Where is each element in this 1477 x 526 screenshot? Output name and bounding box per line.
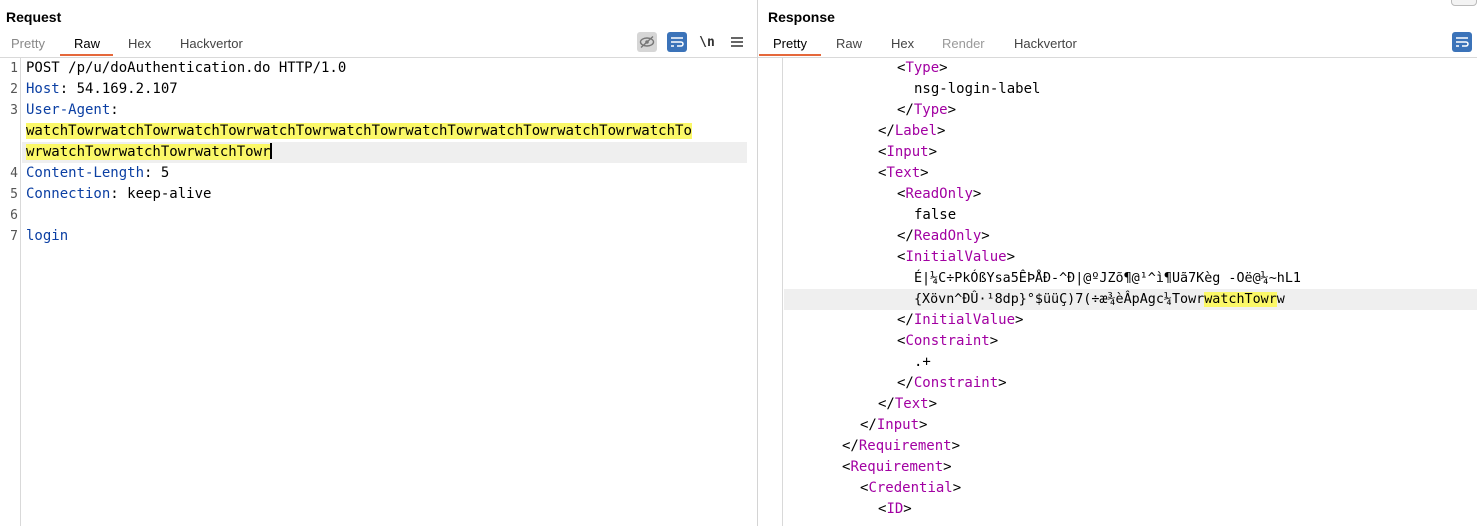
xml-tag: ReadOnly bbox=[905, 186, 972, 202]
xml-tag: Type bbox=[914, 102, 948, 118]
response-title: Response bbox=[768, 9, 835, 25]
xml-text: false bbox=[914, 205, 956, 226]
xml-tag: Text bbox=[886, 165, 920, 181]
binary-text: w bbox=[1277, 292, 1285, 307]
request-line: POST /p/u/doAuthentication.do HTTP/1.0 bbox=[26, 58, 346, 79]
tab-render[interactable]: Render bbox=[942, 36, 985, 52]
header-value: : keep-alive bbox=[110, 186, 211, 202]
tab-pretty[interactable]: Pretty bbox=[11, 36, 45, 52]
xml-line: <Credential> bbox=[860, 478, 961, 499]
xml-line: <Input> bbox=[878, 142, 937, 163]
xml-line: </Constraint> bbox=[897, 373, 1007, 394]
xml-line: </Text> bbox=[878, 394, 937, 415]
wrap-lines-icon[interactable] bbox=[1452, 32, 1472, 52]
line-number-gutter bbox=[0, 58, 21, 526]
xml-text: {Xövn^ÐÛ·¹8dp}°$üüÇ)7(÷æ¾èÂpAgc¼T… bbox=[914, 289, 1285, 310]
response-editor[interactable]: <Type> nsg-login-label </Type> </Label> … bbox=[758, 58, 1477, 526]
xml-tag: Label bbox=[895, 123, 937, 139]
active-tab-indicator bbox=[759, 54, 821, 56]
xml-tag: Type bbox=[905, 60, 939, 76]
xml-tag: Credential bbox=[868, 480, 952, 496]
xml-tag: Requirement bbox=[859, 438, 952, 454]
request-line: User-Agent: bbox=[26, 100, 119, 121]
hamburger-menu-icon[interactable] bbox=[727, 32, 747, 52]
tab-hackvertor[interactable]: Hackvertor bbox=[1014, 36, 1077, 52]
line-number: 3 bbox=[0, 100, 18, 121]
xml-tag: ID bbox=[886, 501, 903, 517]
header-name: Host bbox=[26, 81, 60, 97]
binary-text: {Xövn^ÐÛ·¹8dp}°$üüÇ)7(÷æ¾èÂpAgc¼T… bbox=[914, 292, 1204, 307]
line-number: 7 bbox=[0, 226, 18, 247]
request-line: Connection: keep-alive bbox=[26, 184, 211, 205]
line-number-gutter bbox=[758, 58, 783, 526]
request-body: login bbox=[26, 226, 68, 247]
xml-tag: InitialValue bbox=[914, 312, 1015, 328]
request-editor[interactable]: 1 2 3 4 5 6 7 POST /p/u/doAuthentication… bbox=[0, 58, 757, 526]
xml-line: <ID> bbox=[878, 499, 912, 520]
line-number: 5 bbox=[0, 184, 18, 205]
xml-line: </ReadOnly> bbox=[897, 226, 990, 247]
header-value: : 54.169.2.107 bbox=[60, 81, 178, 97]
xml-text: .+ bbox=[914, 352, 931, 373]
xml-tag: InitialValue bbox=[905, 249, 1006, 265]
tab-raw[interactable]: Raw bbox=[74, 36, 100, 52]
header-name: User-Agent bbox=[26, 102, 110, 118]
xml-text: É|¼C÷PkÓßYsa5ÊÞÅÐ-^Ð|@ºJZõ¶@¹^… bbox=[914, 268, 1301, 289]
xml-line: <Requirement> bbox=[842, 457, 952, 478]
xml-line: <Type> bbox=[897, 58, 948, 79]
scroll-handle[interactable] bbox=[1451, 0, 1477, 6]
tab-hex[interactable]: Hex bbox=[128, 36, 151, 52]
xml-line: </Label> bbox=[878, 121, 945, 142]
line-number: 4 bbox=[0, 163, 18, 184]
xml-tag: Input bbox=[886, 144, 928, 160]
active-tab-indicator bbox=[60, 54, 113, 56]
line-number: 2 bbox=[0, 79, 18, 100]
tab-pretty[interactable]: Pretty bbox=[773, 36, 807, 52]
highlighted-text: watchTowrwatchTowrwatchTowrwatchTowrwatc… bbox=[26, 123, 692, 139]
response-pane: Response Pretty Raw Hex Render Hackverto… bbox=[758, 0, 1477, 526]
newline-toggle-button[interactable]: \n bbox=[697, 32, 717, 52]
wrap-lines-icon[interactable] bbox=[667, 32, 687, 52]
header-value: : bbox=[110, 102, 118, 118]
xml-line: </Requirement> bbox=[842, 436, 960, 457]
tab-hackvertor[interactable]: Hackvertor bbox=[180, 36, 243, 52]
request-line: watchTowrwatchTowrwatchTowrwatchTowrwatc… bbox=[26, 121, 692, 142]
xml-line: <ReadOnly> bbox=[897, 184, 981, 205]
highlighted-text: wrwatchTowrwatchTowrwatchTowr bbox=[26, 144, 270, 160]
xml-line: </Type> bbox=[897, 100, 956, 121]
line-number: 6 bbox=[0, 205, 18, 226]
request-line: wrwatchTowrwatchTowrwatchTowr bbox=[26, 142, 272, 163]
xml-line: <InitialValue> bbox=[897, 247, 1015, 268]
request-line: Content-Length: 5 bbox=[26, 163, 169, 184]
header-name: Connection bbox=[26, 186, 110, 202]
xml-tag: Text bbox=[895, 396, 929, 412]
highlighted-text: watchTowr bbox=[1204, 292, 1277, 307]
xml-line: </Input> bbox=[860, 415, 927, 436]
request-title: Request bbox=[6, 9, 61, 25]
xml-tag: ReadOnly bbox=[914, 228, 981, 244]
eye-slash-icon[interactable] bbox=[637, 32, 657, 52]
header-value: : 5 bbox=[144, 165, 169, 181]
xml-tag: Constraint bbox=[914, 375, 998, 391]
xml-line: <Text> bbox=[878, 163, 929, 184]
line-number: 1 bbox=[0, 58, 18, 79]
header-name: Content-Length bbox=[26, 165, 144, 181]
request-pane: Request Pretty Raw Hex Hackvertor \n 1 2… bbox=[0, 0, 757, 526]
xml-tag: Requirement bbox=[850, 459, 943, 475]
text-cursor bbox=[270, 143, 272, 159]
tab-hex[interactable]: Hex bbox=[891, 36, 914, 52]
request-line: Host: 54.169.2.107 bbox=[26, 79, 178, 100]
xml-tag: Input bbox=[877, 417, 919, 433]
xml-line: <Constraint> bbox=[897, 331, 998, 352]
xml-tag: Constraint bbox=[905, 333, 989, 349]
tab-raw[interactable]: Raw bbox=[836, 36, 862, 52]
xml-line: </InitialValue> bbox=[897, 310, 1023, 331]
xml-text: nsg-login-label bbox=[914, 79, 1040, 100]
